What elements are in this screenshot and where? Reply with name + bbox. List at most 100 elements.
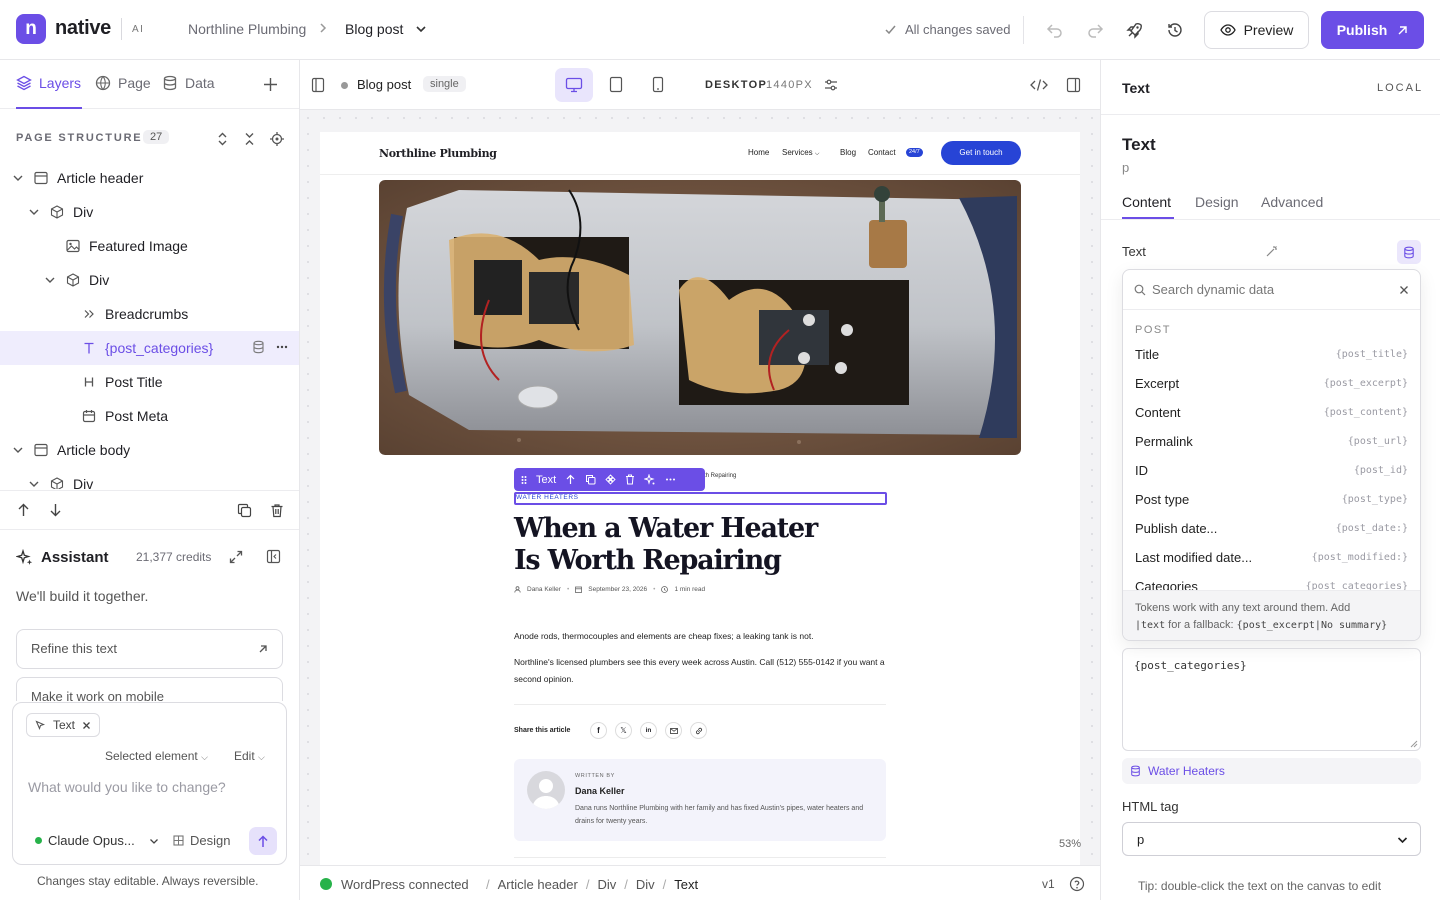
- rocket-icon[interactable]: [1125, 20, 1145, 40]
- dynamic-data-button[interactable]: [1397, 240, 1421, 264]
- tab-content[interactable]: Content: [1122, 194, 1171, 210]
- layer-actions: [0, 490, 299, 530]
- duplicate-icon[interactable]: [237, 503, 252, 518]
- delete-icon[interactable]: [270, 503, 284, 518]
- locate-icon[interactable]: [270, 132, 284, 146]
- scope-select[interactable]: Selected element ⌵: [105, 749, 208, 763]
- expand-icon[interactable]: [229, 550, 243, 564]
- app-logo[interactable]: n: [16, 14, 46, 44]
- tab-page[interactable]: Page: [95, 75, 151, 91]
- undo-icon[interactable]: [1045, 20, 1065, 40]
- layer-div[interactable]: Div: [0, 467, 299, 489]
- layer-article-body[interactable]: Article body: [0, 433, 299, 467]
- layer-div[interactable]: Div: [0, 195, 299, 229]
- html-tag-select[interactable]: p: [1122, 822, 1421, 856]
- path-item-current[interactable]: Text: [674, 877, 698, 892]
- option-token: {post_title}: [1335, 349, 1408, 360]
- nav-contact[interactable]: Contact: [868, 148, 896, 157]
- layer-clip: Div: [0, 467, 299, 489]
- redo-icon[interactable]: [1085, 20, 1105, 40]
- data-option[interactable]: Categories {post_categories}: [1123, 572, 1420, 590]
- send-button[interactable]: [249, 827, 277, 855]
- tab-layers[interactable]: Layers: [16, 75, 81, 91]
- breadcrumbs[interactable]: th Repairing: [704, 473, 736, 479]
- layer-post-title[interactable]: Post Title: [0, 365, 299, 399]
- layer-article-header[interactable]: Article header: [0, 161, 299, 195]
- layer-label: Article body: [57, 442, 131, 458]
- add-icon[interactable]: [263, 77, 278, 92]
- move-down-icon[interactable]: [49, 503, 62, 517]
- database-icon: [1131, 765, 1140, 777]
- zoom-level[interactable]: 53%: [1059, 838, 1081, 850]
- option-label: ID: [1135, 463, 1148, 478]
- assistant-footer: Changes stay editable. Always reversible…: [37, 874, 259, 888]
- tab-data[interactable]: Data: [162, 75, 215, 91]
- nav-blog[interactable]: Blog: [840, 148, 856, 157]
- tab-page-label: Page: [118, 75, 151, 91]
- magic-wand-icon[interactable]: [1265, 244, 1279, 258]
- more-icon[interactable]: [276, 340, 288, 354]
- nav-home[interactable]: Home: [748, 148, 769, 157]
- data-option[interactable]: ID {post_id}: [1123, 456, 1420, 485]
- sliders-icon[interactable]: [824, 78, 838, 92]
- scope-toggle[interactable]: LOCAL: [1377, 82, 1423, 94]
- layer-breadcrumbs[interactable]: Breadcrumbs: [0, 297, 299, 331]
- layer-post-categories[interactable]: {post_categories}: [0, 331, 299, 365]
- data-option[interactable]: Permalink {post_url}: [1123, 427, 1420, 456]
- design-mode-button[interactable]: Design: [173, 833, 230, 848]
- right-panel: Text LOCAL Text p Content Design Advance…: [1100, 60, 1440, 900]
- site-breadcrumb[interactable]: Northline Plumbing: [188, 21, 306, 37]
- link-icon[interactable]: [690, 722, 707, 739]
- path-item[interactable]: Article header: [498, 877, 578, 892]
- page-selector[interactable]: Blog post: [345, 21, 403, 37]
- data-option[interactable]: Post type {post_type}: [1123, 485, 1420, 514]
- nav-services[interactable]: Services ⌵: [782, 148, 819, 158]
- post-categories-text[interactable]: WATER HEATERS: [516, 494, 579, 501]
- layer-div[interactable]: Div: [0, 263, 299, 297]
- path-item[interactable]: Div: [636, 877, 655, 892]
- linkedin-icon[interactable]: in: [640, 722, 657, 739]
- move-up-icon[interactable]: [17, 503, 30, 517]
- mobile-icon[interactable]: [652, 76, 664, 93]
- context-chip[interactable]: Text: [26, 713, 101, 737]
- share-divider: [514, 704, 886, 705]
- path-item[interactable]: Div: [597, 877, 616, 892]
- tablet-icon[interactable]: [609, 76, 623, 93]
- help-icon[interactable]: [1069, 876, 1085, 892]
- expand-all-icon[interactable]: [216, 132, 229, 146]
- data-option[interactable]: Excerpt {post_excerpt}: [1123, 369, 1420, 398]
- code-icon[interactable]: [1030, 78, 1048, 92]
- suggestion-mobile[interactable]: Make it work on mobile: [16, 677, 283, 701]
- site-logo[interactable]: Northline Plumbing: [379, 147, 497, 160]
- layer-featured-image[interactable]: Featured Image: [0, 229, 299, 263]
- post-title[interactable]: When a Water Heater Is Worth Repairing: [514, 513, 818, 577]
- preview-button[interactable]: Preview: [1204, 11, 1309, 49]
- panel-toggle-icon[interactable]: [311, 77, 325, 93]
- chevron-down-icon[interactable]: [415, 23, 427, 35]
- email-icon[interactable]: [665, 722, 682, 739]
- data-option[interactable]: Last modified date... {post_modified:}: [1123, 543, 1420, 572]
- tab-advanced[interactable]: Advanced: [1261, 194, 1323, 210]
- cta-button[interactable]: Get in touch: [941, 141, 1021, 165]
- html-tag-value: p: [1137, 832, 1145, 847]
- facebook-icon[interactable]: f: [590, 722, 607, 739]
- dynamic-data-search[interactable]: Search dynamic data: [1123, 270, 1420, 310]
- layer-post-meta[interactable]: Post Meta: [0, 399, 299, 433]
- mode-select[interactable]: Edit ⌵: [234, 749, 265, 763]
- data-option[interactable]: Title {post_title}: [1123, 340, 1420, 369]
- sidebar-toggle-icon[interactable]: [266, 549, 281, 564]
- collapse-all-icon[interactable]: [243, 132, 256, 146]
- history-icon[interactable]: [1165, 20, 1185, 40]
- right-panel-toggle-icon[interactable]: [1066, 77, 1081, 93]
- data-option[interactable]: Content {post_content}: [1123, 398, 1420, 427]
- chat-input[interactable]: What would you like to change?: [28, 779, 226, 795]
- publish-button[interactable]: Publish: [1321, 11, 1424, 49]
- featured-image[interactable]: [379, 180, 1021, 455]
- device-desktop-button[interactable]: [555, 68, 593, 102]
- tab-design[interactable]: Design: [1195, 194, 1239, 210]
- model-select[interactable]: Claude Opus...: [35, 833, 159, 848]
- suggestion-refine[interactable]: Refine this text: [16, 629, 283, 669]
- x-icon[interactable]: 𝕏: [615, 722, 632, 739]
- data-option[interactable]: Publish date... {post_date:}: [1123, 514, 1420, 543]
- text-value-textarea[interactable]: {post_categories}: [1122, 648, 1421, 751]
